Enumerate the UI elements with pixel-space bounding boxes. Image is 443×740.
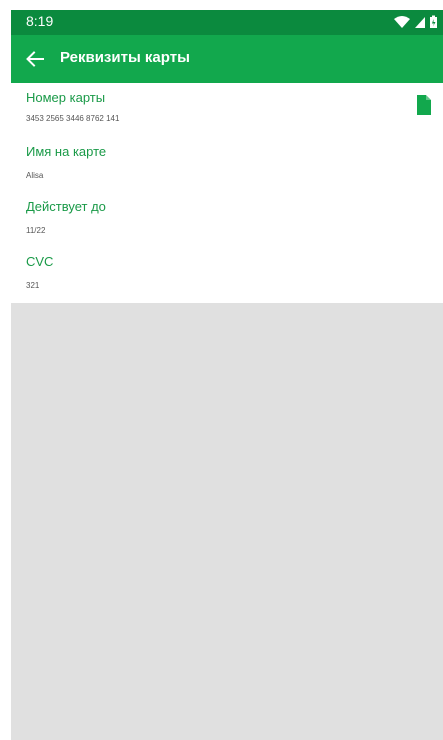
copy-button[interactable]	[416, 94, 432, 116]
cardholder-name-label: Имя на карте	[26, 144, 107, 159]
card-number-value[interactable]: 3453 2565 3446 8762 141	[26, 114, 119, 123]
status-icons	[393, 15, 439, 30]
status-time: 8:19	[26, 13, 54, 29]
card-details: Номер карты 3453 2565 3446 8762 141 Имя …	[11, 83, 443, 303]
cardholder-name-value[interactable]: Alisa	[26, 171, 43, 180]
copy-icon	[417, 95, 431, 115]
back-button[interactable]	[21, 45, 49, 73]
status-bar: 8:19	[11, 10, 443, 35]
battery-icon	[430, 15, 437, 28]
page-title: Реквизиты карты	[60, 49, 190, 66]
cvc-value[interactable]: 321	[26, 281, 39, 290]
cvc-label: CVC	[26, 254, 54, 269]
card-number-label: Номер карты	[26, 90, 106, 105]
left-margin	[0, 0, 11, 740]
wifi-icon	[394, 16, 410, 28]
screen: 8:19 Реквизиты карты Номер карты 3453 25…	[0, 0, 443, 740]
app-bar: Реквизиты карты	[11, 35, 443, 83]
expiry-label: Действует до	[26, 199, 106, 214]
empty-content-area	[11, 303, 443, 740]
signal-icon	[415, 17, 425, 28]
arrow-left-icon	[26, 51, 44, 67]
expiry-value[interactable]: 11/22	[26, 226, 45, 235]
